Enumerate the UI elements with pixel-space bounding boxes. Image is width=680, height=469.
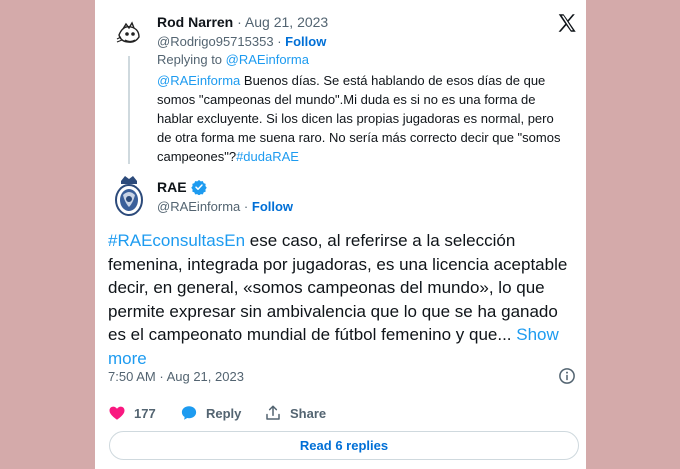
verified-badge-icon <box>190 180 207 195</box>
rod-narren-avatar[interactable] <box>111 15 147 51</box>
rae-handle-row: @RAEinforma · Follow <box>157 198 293 216</box>
heart-icon <box>109 406 125 420</box>
reply-handle[interactable]: @Rodrigo95715353 <box>157 34 274 49</box>
replying-to: Replying to @RAEinforma <box>157 51 309 69</box>
follow-rod-button[interactable]: Follow <box>285 34 326 49</box>
share-label: Share <box>290 405 327 421</box>
reply-bubble-icon <box>181 406 197 420</box>
tweet-time: 7:50 AM <box>108 369 156 384</box>
tweet-date: Aug 21, 2023 <box>166 369 244 384</box>
hashtag-dudarae-link[interactable]: #dudaRAE <box>236 149 299 164</box>
reply-author-name[interactable]: Rod Narren <box>157 14 233 30</box>
replying-handle-link[interactable]: @RAEinforma <box>226 52 309 67</box>
tweet-timestamp[interactable]: 7:50 AM · Aug 21, 2023 <box>108 368 244 386</box>
like-count: 177 <box>134 405 156 421</box>
like-button[interactable]: 177 <box>108 404 170 422</box>
rae-header: RAE <box>157 178 207 196</box>
separator-dot: · <box>277 34 282 49</box>
rae-author-name[interactable]: RAE <box>157 178 187 196</box>
reply-date[interactable]: Aug 21, 2023 <box>245 14 328 30</box>
share-button[interactable]: Share <box>264 404 326 422</box>
reply-label: Reply <box>206 405 242 421</box>
reply-body: @RAEinforma Buenos días. Se está habland… <box>157 71 567 166</box>
action-bar: 177 Reply Share <box>108 403 326 423</box>
follow-rae-button[interactable]: Follow <box>252 199 293 214</box>
rae-avatar[interactable] <box>111 173 147 217</box>
reply-header: Rod Narren · Aug 21, 2023 <box>157 13 328 31</box>
embedded-tweet-card: Rod Narren · Aug 21, 2023 @Rodrigo957153… <box>95 0 586 469</box>
main-tweet-body: #RAEconsultasEn ese caso, al referirse a… <box>108 229 574 370</box>
read-replies-button[interactable]: Read 6 replies <box>109 431 579 460</box>
reply-button[interactable]: Reply <box>180 404 264 422</box>
thread-line <box>128 56 130 164</box>
separator-dot: · <box>237 14 242 30</box>
separator-dot: · <box>159 369 164 384</box>
reply-handle-row: @Rodrigo95715353 · Follow <box>157 33 326 51</box>
x-logo-icon[interactable] <box>556 12 578 34</box>
hashtag-raeconsultasen-link[interactable]: #RAEconsultasEn <box>108 231 245 250</box>
replying-prefix: Replying to <box>157 52 226 67</box>
mention-link[interactable]: @RAEinforma <box>157 73 240 88</box>
read-replies-label: Read 6 replies <box>299 438 389 453</box>
rae-handle[interactable]: @RAEinforma <box>157 199 240 214</box>
info-icon[interactable] <box>558 367 576 385</box>
share-icon <box>266 405 280 420</box>
separator-dot: · <box>243 199 249 214</box>
